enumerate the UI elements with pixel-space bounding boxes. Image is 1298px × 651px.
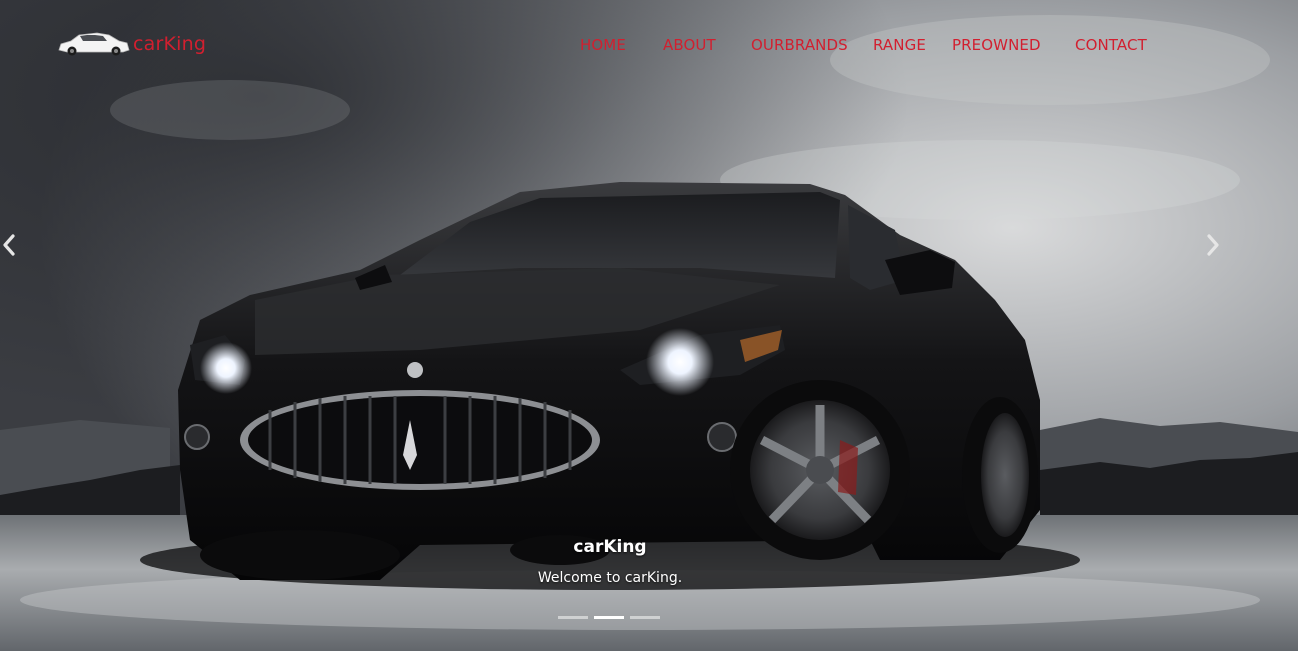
nav-item-contact[interactable]: CONTACT bbox=[1075, 35, 1147, 55]
chevron-left-icon bbox=[3, 234, 15, 256]
caption-text: Welcome to carKing. bbox=[537, 570, 683, 586]
navbar: carKing HOME ABOUT OURBRANDS RANGE PREOW… bbox=[0, 0, 1298, 90]
nav-item-about[interactable]: ABOUT bbox=[663, 35, 716, 55]
nav-item-preowned[interactable]: PREOWNED bbox=[952, 35, 1041, 55]
main-nav: HOME ABOUT OURBRANDS RANGE PREOWNED CONT… bbox=[0, 35, 1298, 55]
caption-title: carKing bbox=[573, 537, 647, 557]
carousel-indicators bbox=[558, 616, 660, 620]
nav-item-ourbrands[interactable]: OURBRANDS bbox=[751, 35, 848, 55]
carousel-prev-button[interactable] bbox=[0, 232, 22, 258]
carousel-indicator-2[interactable] bbox=[594, 616, 624, 619]
carousel-indicator-3[interactable] bbox=[630, 616, 660, 619]
nav-item-range[interactable]: RANGE bbox=[873, 35, 926, 55]
hero-carousel: carKing HOME ABOUT OURBRANDS RANGE PREOW… bbox=[0, 0, 1298, 651]
carousel-next-button[interactable] bbox=[1200, 232, 1226, 258]
chevron-right-icon bbox=[1207, 234, 1219, 256]
carousel-indicator-1[interactable] bbox=[558, 616, 588, 619]
nav-item-home[interactable]: HOME bbox=[580, 35, 626, 55]
